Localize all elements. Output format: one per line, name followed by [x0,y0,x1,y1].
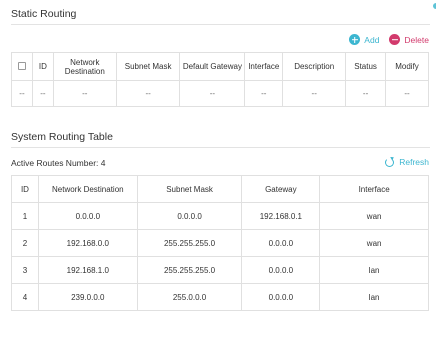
col-default-gateway: Default Gateway [179,52,246,81]
col-interface: Interface [319,175,429,203]
col-status: Status [345,52,387,81]
table-row: 2 192.168.0.0 255.255.255.0 0.0.0.0 wan [11,229,429,257]
table-cell: -- [11,80,33,107]
table-cell: 0.0.0.0 [241,229,321,257]
table-cell: lan [319,256,429,284]
add-icon [349,34,361,45]
col-subnet-mask: Subnet Mask [115,52,181,81]
table-cell: -- [115,80,181,107]
refresh-button[interactable]: Refresh [385,157,429,167]
system-table-header: ID Network Destination Subnet Mask Gatew… [11,175,429,203]
table-cell: 255.255.255.0 [136,256,243,284]
table-cell: 192.168.0.1 [241,202,321,230]
table-cell: -- [31,80,54,107]
table-cell: 0.0.0.0 [241,283,321,311]
table-row: 1 0.0.0.0 0.0.0.0 192.168.0.1 wan [11,202,429,230]
table-cell: -- [179,80,246,107]
table-cell: wan [319,229,429,257]
refresh-icon [385,157,395,167]
refresh-label: Refresh [399,157,429,167]
delete-icon [389,34,401,45]
delete-label: Delete [404,34,429,45]
col-interface: Interface [244,52,284,81]
table-cell: 1 [11,202,39,230]
table-row: 3 192.168.1.0 255.255.255.0 0.0.0.0 lan [11,256,429,284]
delete-button[interactable]: Delete [389,34,429,45]
select-all-checkbox[interactable] [17,61,26,70]
table-cell: 0.0.0.0 [136,202,243,230]
table-cell: 255.0.0.0 [136,283,243,311]
table-cell: -- [385,80,429,107]
col-modify: Modify [385,52,429,81]
table-cell: 192.168.0.0 [37,229,138,257]
static-routing-table: ID Network Destination Subnet Mask Defau… [11,52,429,107]
table-cell: 2 [11,229,39,257]
table-cell: -- [244,80,284,107]
col-network-destination: Network Destination [52,52,117,81]
col-id: ID [11,175,39,203]
system-routing-table: ID Network Destination Subnet Mask Gatew… [11,175,429,311]
active-routes-count: Active Routes Number: 4 [11,158,106,168]
table-cell: -- [282,80,347,107]
table-cell: 3 [11,256,39,284]
table-cell: wan [319,202,429,230]
table-row: 4 239.0.0.0 255.0.0.0 0.0.0.0 lan [11,283,429,311]
static-table-header: ID Network Destination Subnet Mask Defau… [11,52,429,81]
system-routing-divider [11,147,430,148]
table-cell: 0.0.0.0 [37,202,138,230]
table-cell: 255.255.255.0 [136,229,243,257]
table-cell: 4 [11,283,39,311]
static-routing-title: Static Routing [11,8,77,20]
table-cell: -- [52,80,117,107]
table-cell: -- [345,80,387,107]
add-label: Add [364,34,380,45]
select-all-cell[interactable] [11,52,33,81]
table-cell: lan [319,283,429,311]
table-cell: 239.0.0.0 [37,283,138,311]
col-subnet-mask: Subnet Mask [136,175,243,203]
add-button[interactable]: Add [349,34,379,45]
col-network-destination: Network Destination [37,175,138,203]
table-cell: 0.0.0.0 [241,256,321,284]
table-row: -- -- -- -- -- -- -- -- -- [11,80,429,107]
col-gateway: Gateway [241,175,321,203]
static-routing-actions: Add Delete [349,34,429,45]
col-description: Description [282,52,347,81]
system-routing-title: System Routing Table [11,131,113,143]
table-cell: 192.168.1.0 [37,256,138,284]
col-id: ID [31,52,54,81]
static-routing-divider [11,24,430,25]
